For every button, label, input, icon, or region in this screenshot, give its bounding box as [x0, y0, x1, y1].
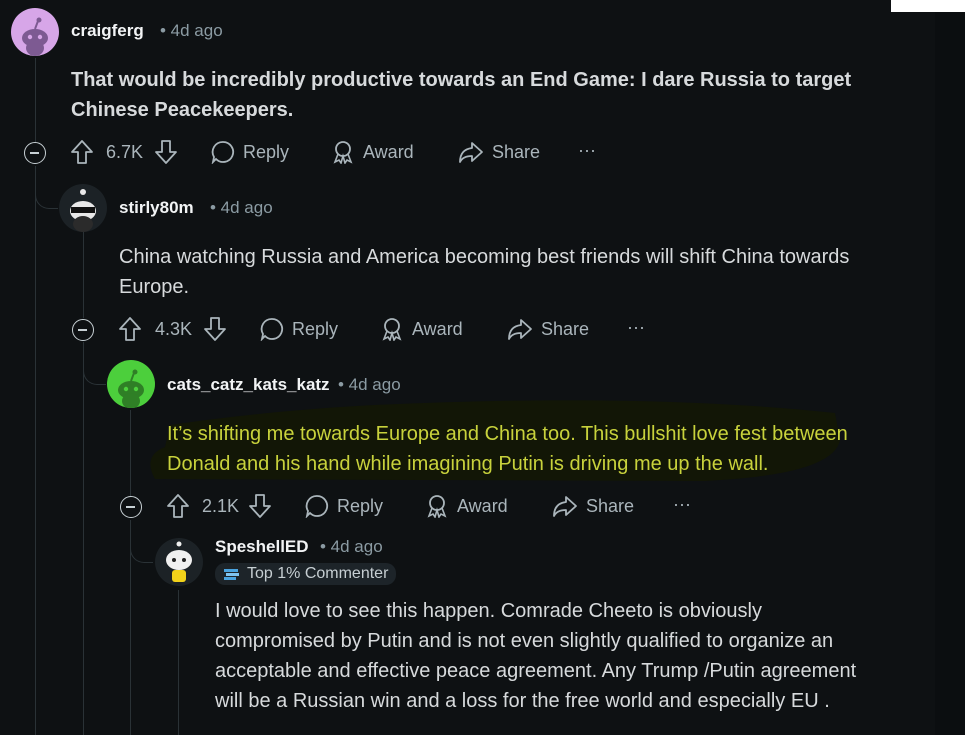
- comment-body: That would be incredibly productive towa…: [71, 65, 921, 125]
- comment-username[interactable]: craigferg: [71, 21, 144, 41]
- award-label: Award: [457, 495, 508, 516]
- snoo-avatar-icon: [22, 17, 48, 56]
- more-options-button[interactable]: ···: [673, 494, 691, 515]
- comment-timestamp[interactable]: • 4d ago: [160, 21, 223, 41]
- comment-body: China watching Russia and America becomi…: [119, 242, 919, 302]
- comment-timestamp[interactable]: • 4d ago: [320, 537, 383, 557]
- award-icon: [427, 495, 447, 518]
- comment-timestamp[interactable]: • 4d ago: [338, 375, 401, 395]
- upvote-button[interactable]: [166, 493, 198, 519]
- downvote-icon: [155, 140, 177, 164]
- share-button[interactable]: Share: [507, 317, 589, 341]
- comment-body: It’s shifting me towards Europe and Chin…: [167, 419, 927, 479]
- upvote-icon: [71, 140, 93, 164]
- share-arrow-icon: [508, 319, 532, 340]
- downvote-icon: [249, 494, 271, 518]
- top-commenter-icon: [224, 569, 239, 580]
- thread-line: [130, 410, 131, 496]
- upvote-button[interactable]: [118, 316, 150, 342]
- upvote-icon: [119, 317, 141, 341]
- comment-bubble-icon: [305, 495, 329, 518]
- thread-line: [35, 166, 36, 735]
- more-options-button[interactable]: ···: [627, 317, 645, 338]
- share-button[interactable]: Share: [458, 140, 540, 164]
- avatar[interactable]: [59, 184, 107, 232]
- comment-body-line: I would love to see this happen. Comrade…: [215, 600, 762, 622]
- comment-username[interactable]: cats_catz_kats_katz: [167, 375, 330, 395]
- reply-label: Reply: [243, 141, 290, 162]
- thread-line: [83, 342, 84, 735]
- downvote-icon: [204, 317, 226, 341]
- award-icon: [382, 318, 402, 341]
- comment-body-line: compromised by Putin and is not even sli…: [215, 630, 834, 652]
- reply-button[interactable]: Reply: [211, 140, 289, 164]
- comment-body-line: Donald and his hand while imagining Puti…: [167, 453, 769, 475]
- collapse-thread-button[interactable]: [24, 142, 46, 164]
- upvote-icon: [167, 494, 189, 518]
- thread-branch: [130, 520, 153, 563]
- share-label: Share: [541, 318, 590, 339]
- comment-body-line: China watching Russia and America becomi…: [119, 246, 850, 268]
- comment-body-line: acceptable and effective peace agreement…: [215, 660, 857, 682]
- thread-branch: [83, 342, 106, 385]
- comment-timestamp[interactable]: • 4d ago: [210, 198, 273, 218]
- award-button[interactable]: Award: [331, 140, 414, 164]
- snoo-avatar-icon: [166, 541, 192, 582]
- downvote-button[interactable]: [248, 493, 280, 519]
- downvote-button[interactable]: [203, 316, 235, 342]
- reply-label: Reply: [292, 318, 339, 339]
- share-label: Share: [492, 141, 541, 162]
- right-sidebar: [935, 0, 965, 735]
- comment-bubble-icon: [260, 318, 284, 341]
- comment-bubble-icon: [211, 141, 235, 164]
- share-label: Share: [586, 495, 635, 516]
- collapse-thread-button[interactable]: [72, 319, 94, 341]
- award-button[interactable]: Award: [425, 494, 508, 518]
- avatar[interactable]: [11, 8, 59, 56]
- reply-label: Reply: [337, 495, 384, 516]
- vote-count: 2.1K: [202, 496, 240, 516]
- award-button[interactable]: Award: [380, 317, 463, 341]
- top-bar-fragment: [891, 0, 965, 12]
- thread-line: [178, 590, 179, 735]
- comment-body-line: Europe.: [119, 276, 190, 298]
- snoo-avatar-icon: [70, 189, 96, 232]
- downvote-button[interactable]: [154, 139, 186, 165]
- comment-body-line: It’s shifting me towards Europe and Chin…: [167, 423, 848, 445]
- comment-username[interactable]: stirly80m: [119, 198, 194, 218]
- award-icon: [333, 141, 353, 164]
- flair-label: Top 1% Commenter: [247, 565, 389, 582]
- share-button[interactable]: Share: [552, 494, 634, 518]
- avatar[interactable]: [155, 538, 203, 586]
- thread-branch: [35, 166, 58, 209]
- reply-button[interactable]: Reply: [305, 494, 383, 518]
- vote-count: 4.3K: [155, 319, 193, 339]
- collapse-thread-button[interactable]: [120, 496, 142, 518]
- award-label: Award: [363, 141, 414, 162]
- share-arrow-icon: [459, 142, 483, 163]
- upvote-button[interactable]: [70, 139, 102, 165]
- share-arrow-icon: [553, 496, 577, 517]
- user-flair-badge: Top 1% Commenter: [215, 563, 397, 585]
- comment-body-line: will be a Russian win and a loss for the…: [215, 690, 830, 712]
- vote-count: 6.7K: [106, 142, 144, 162]
- thread-line: [83, 232, 84, 318]
- comment-body-line: Chinese Peacekeepers.: [71, 99, 294, 121]
- comment-body: I would love to see this happen. Comrade…: [215, 596, 915, 716]
- thread-line: [35, 58, 36, 143]
- award-label: Award: [412, 318, 463, 339]
- reply-button[interactable]: Reply: [260, 317, 338, 341]
- comment-username[interactable]: SpeshellED: [215, 537, 309, 557]
- comment-body-line: That would be incredibly productive towa…: [71, 69, 852, 91]
- more-options-button[interactable]: ···: [578, 140, 596, 161]
